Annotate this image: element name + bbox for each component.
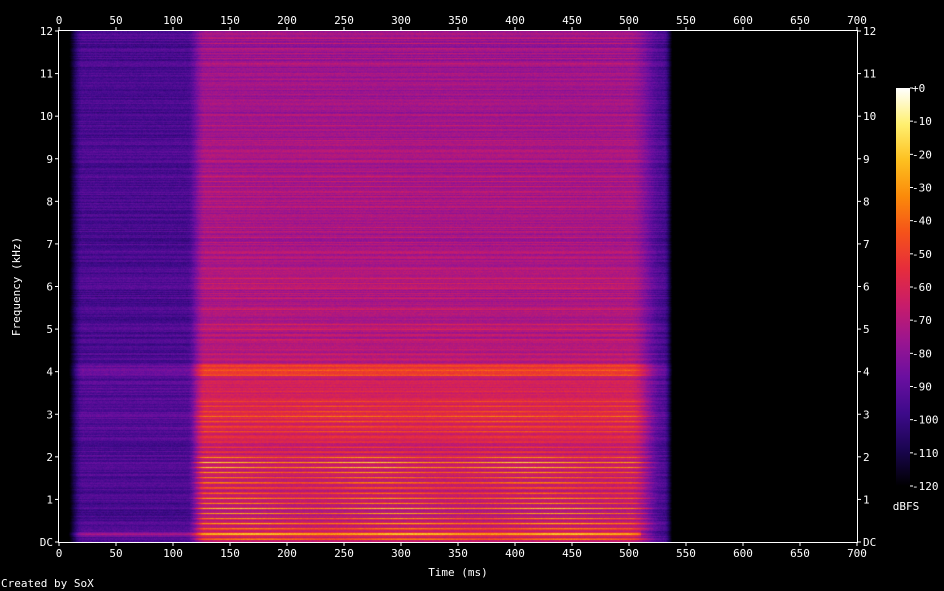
- colorbar-label: dBFS: [893, 500, 920, 513]
- x-tick-label-bottom: 200: [277, 547, 297, 560]
- y-tick-label-left: 7: [46, 238, 53, 251]
- x-tick-label-top: 250: [334, 14, 354, 27]
- y-tick-label-right: 9: [863, 153, 870, 166]
- y-tick-label-left: DC: [40, 536, 53, 549]
- colorbar-tick-label: -110: [912, 447, 939, 460]
- x-tick-label-top: 600: [733, 14, 753, 27]
- x-tick-label-bottom: 450: [562, 547, 582, 560]
- colorbar-tick-label: -60: [912, 281, 932, 294]
- y-tick-label-left: 9: [46, 153, 53, 166]
- colorbar-tick-label: -70: [912, 314, 932, 327]
- y-tick-label-left: 5: [46, 323, 53, 336]
- x-tick-label-top: 450: [562, 14, 582, 27]
- y-tick-label-right: 1: [863, 493, 870, 506]
- x-tick-label-top: 150: [220, 14, 240, 27]
- y-tick-label-right: 5: [863, 323, 870, 336]
- x-tick-label-bottom: 400: [505, 547, 525, 560]
- y-tick-label-left: 2: [46, 451, 53, 464]
- colorbar-tick-label: -20: [912, 148, 932, 161]
- y-tick-label-right: 12: [863, 25, 876, 38]
- colorbar-tick-label: -120: [912, 480, 939, 493]
- y-tick-label-left: 1: [46, 493, 53, 506]
- x-tick-label-bottom: 50: [109, 547, 122, 560]
- x-tick-label-top: 400: [505, 14, 525, 27]
- y-tick-label-left: 10: [40, 110, 53, 123]
- y-tick-label-left: 3: [46, 408, 53, 421]
- credit-text: Created by SoX: [1, 577, 94, 590]
- colorbar-tick-label: -30: [912, 182, 932, 195]
- x-tick-label-top: 500: [619, 14, 639, 27]
- y-tick-label-left: 4: [46, 366, 53, 379]
- colorbar-tick-label: -100: [912, 414, 939, 427]
- x-tick-label-bottom: 150: [220, 547, 240, 560]
- x-tick-label-bottom: 100: [163, 547, 183, 560]
- colorbar-tick-label: -90: [912, 381, 932, 394]
- y-tick-label-left: 6: [46, 281, 53, 294]
- y-axis-label: Frequency (kHz): [10, 237, 23, 336]
- y-tick-label-left: 11: [40, 68, 53, 81]
- colorbar-tick-label: +0: [912, 82, 925, 95]
- y-tick-label-right: 3: [863, 408, 870, 421]
- colorbar: [896, 88, 910, 486]
- y-tick-label-right: 8: [863, 195, 870, 208]
- y-tick-label-right: 2: [863, 451, 870, 464]
- x-tick-label-bottom: 650: [790, 547, 810, 560]
- x-tick-label-top: 550: [676, 14, 696, 27]
- colorbar-tick-label: -10: [912, 115, 932, 128]
- x-tick-label-top: 300: [391, 14, 411, 27]
- x-tick-label-top: 0: [56, 14, 63, 27]
- y-tick-label-left: 8: [46, 195, 53, 208]
- y-tick-label-right: 10: [863, 110, 876, 123]
- y-tick-label-right: 7: [863, 238, 870, 251]
- x-tick-label-top: 200: [277, 14, 297, 27]
- y-tick-label-left: 12: [40, 25, 53, 38]
- x-tick-label-bottom: 600: [733, 547, 753, 560]
- x-tick-label-bottom: 500: [619, 547, 639, 560]
- y-tick-label-right: 6: [863, 281, 870, 294]
- spectrogram-chart: 0 0 50 50 100 100 150 150 200 200 250 250 300 300 350 3…: [10, 14, 939, 579]
- x-tick-label-top: 350: [448, 14, 468, 27]
- y-tick-label-right: DC: [863, 536, 876, 549]
- y-tick-label-right: 4: [863, 366, 870, 379]
- colorbar-tick-label: -80: [912, 347, 932, 360]
- x-tick-label-bottom: 350: [448, 547, 468, 560]
- x-tick-label-bottom: 250: [334, 547, 354, 560]
- x-tick-label-bottom: 550: [676, 547, 696, 560]
- y-tick-label-right: 11: [863, 68, 876, 81]
- x-tick-label-bottom: 0: [56, 547, 63, 560]
- colorbar-tick-label: -50: [912, 248, 932, 261]
- x-tick-label-bottom: 300: [391, 547, 411, 560]
- x-tick-label-top: 100: [163, 14, 183, 27]
- colorbar-tick-label: -40: [912, 215, 932, 228]
- x-tick-label-top: 650: [790, 14, 810, 27]
- x-axis-label: Time (ms): [428, 566, 488, 579]
- x-tick-label-top: 50: [109, 14, 122, 27]
- spectrogram-heatmap: [59, 31, 857, 542]
